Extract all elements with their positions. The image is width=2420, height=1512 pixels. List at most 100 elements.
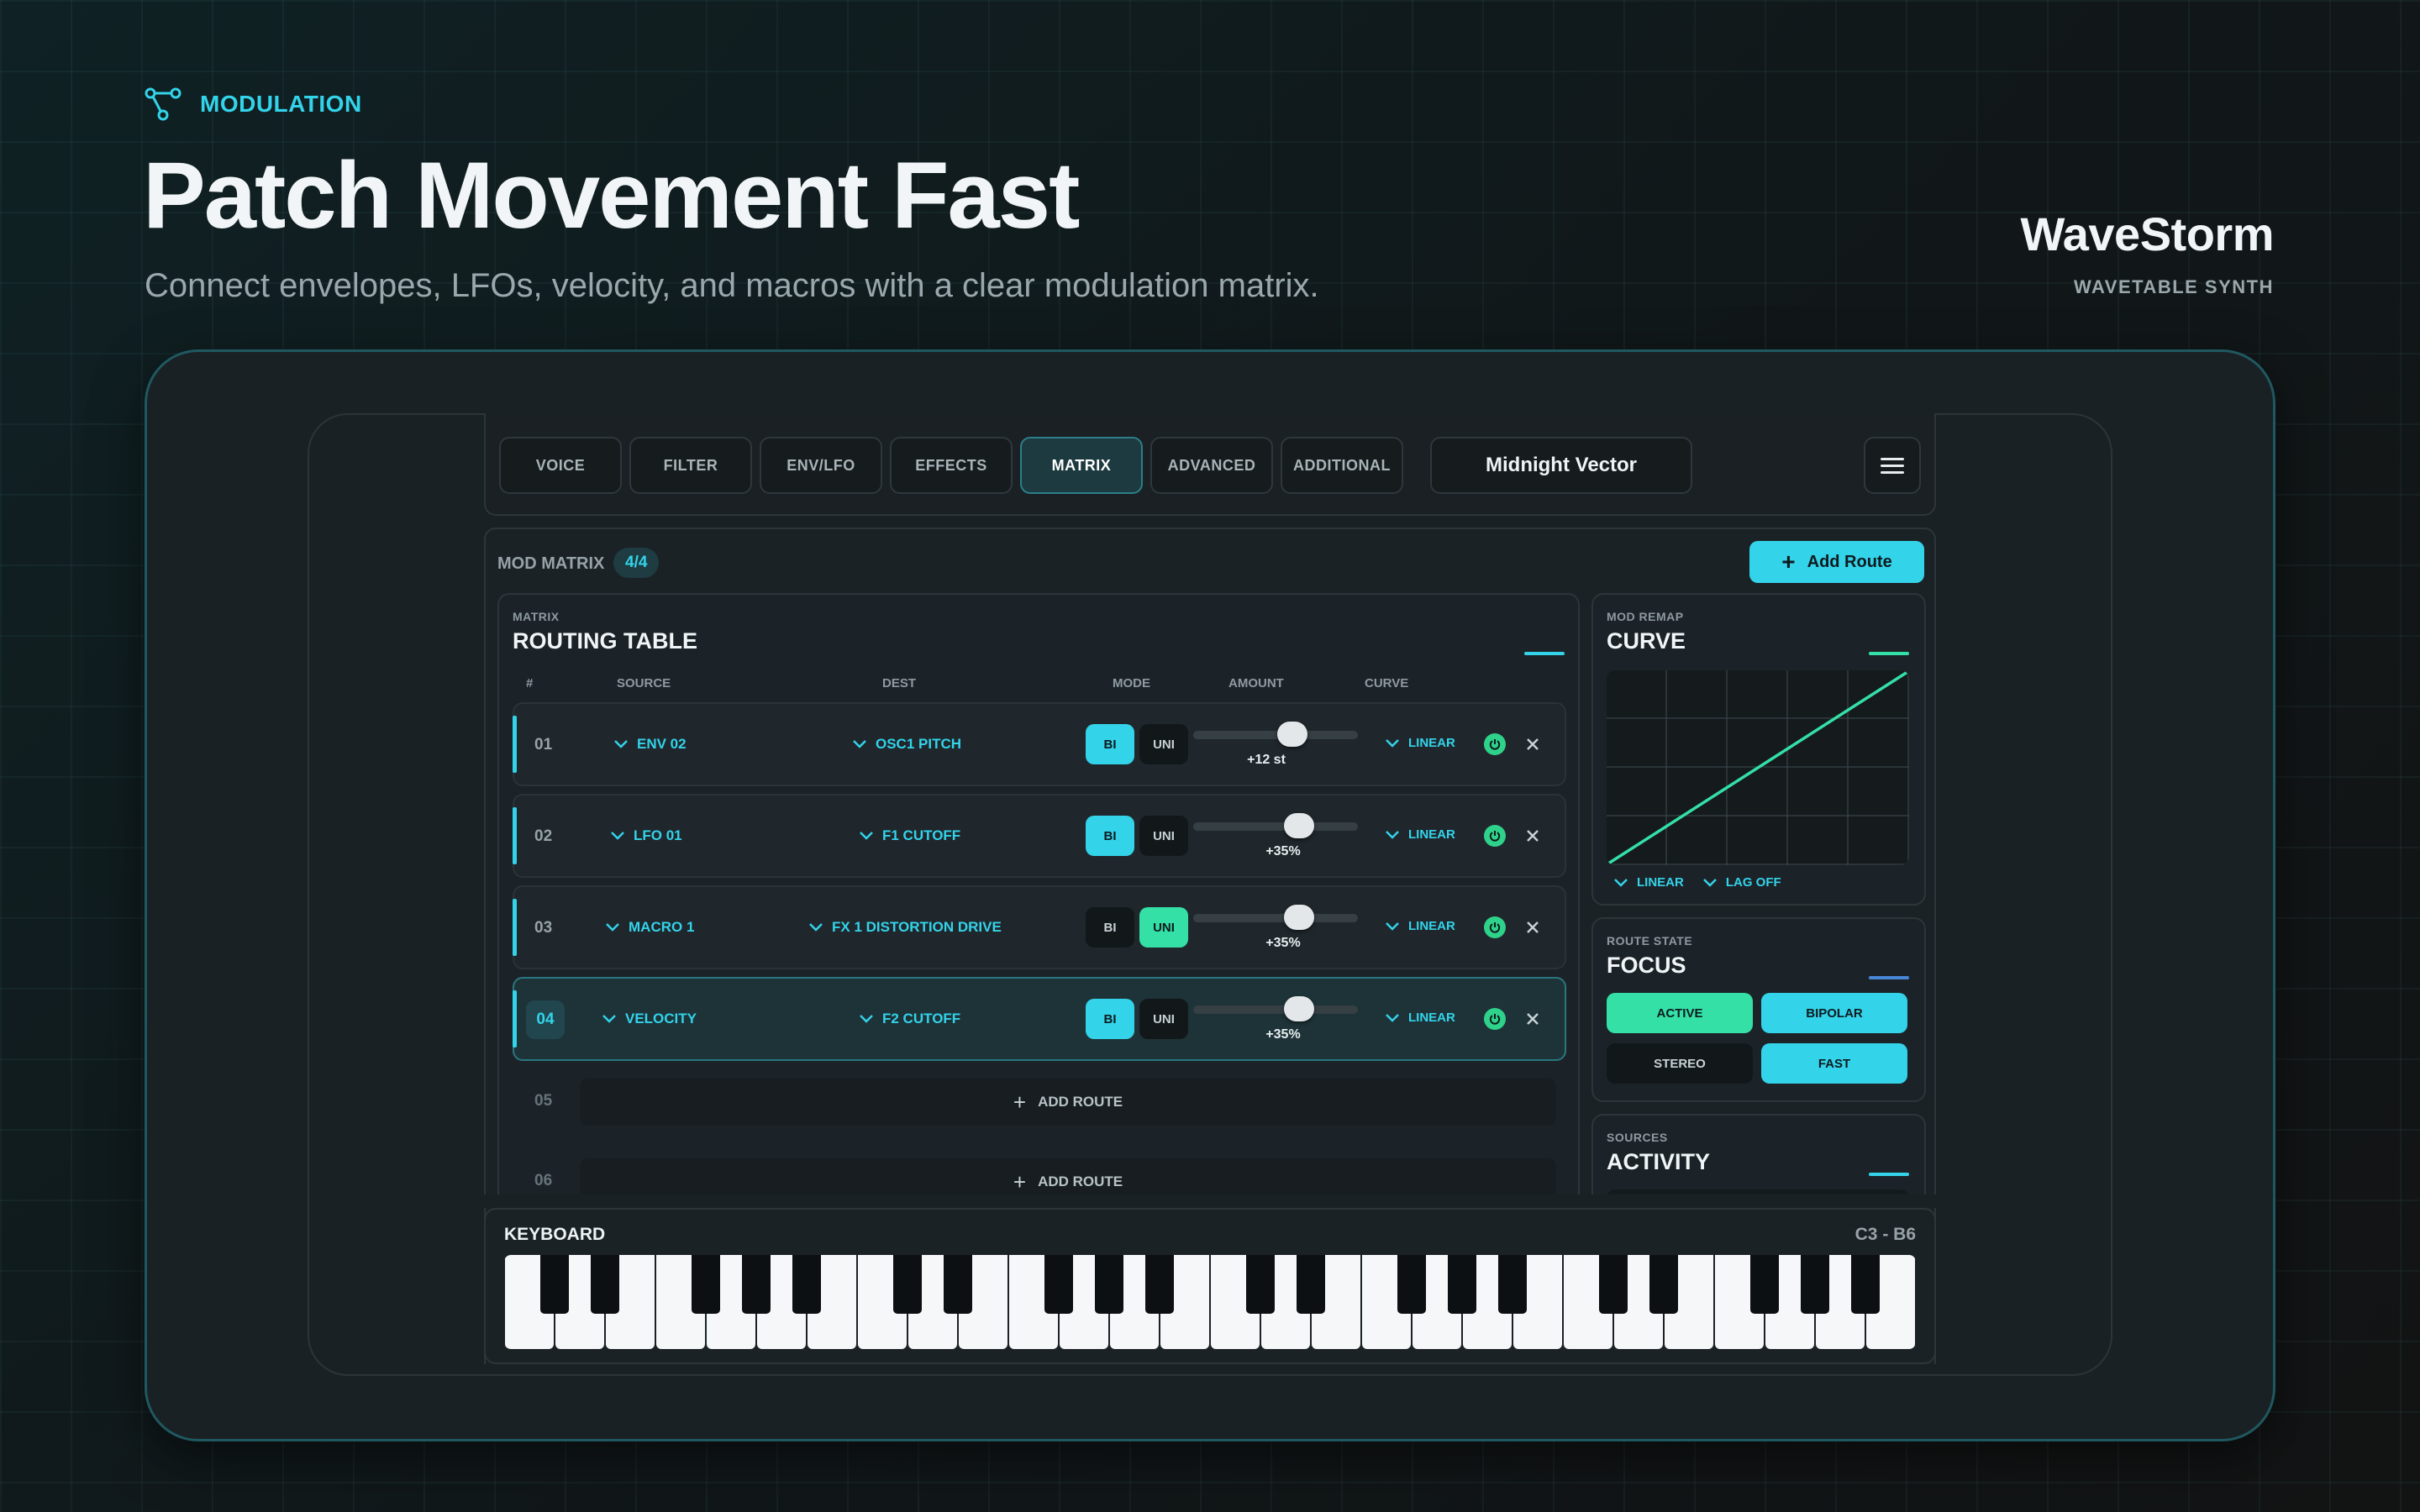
mode-bi-button[interactable]: BI bbox=[1086, 724, 1134, 764]
source-value: ENV 02 bbox=[637, 736, 687, 752]
source-value: LFO 01 bbox=[634, 827, 682, 843]
col-curve: CURVE bbox=[1365, 676, 1409, 690]
tab-matrix[interactable]: MATRIX bbox=[1020, 437, 1143, 494]
remove-route-icon[interactable] bbox=[1523, 734, 1543, 754]
source-value: VELOCITY bbox=[625, 1011, 697, 1026]
black-key[interactable] bbox=[692, 1255, 720, 1314]
add-route-slot[interactable]: + ADD ROUTE bbox=[580, 1079, 1556, 1126]
mode-bi-button[interactable]: BI bbox=[1086, 816, 1134, 856]
active-toggle[interactable]: ACTIVE bbox=[1607, 993, 1753, 1033]
amount-slider-thumb[interactable] bbox=[1284, 905, 1314, 930]
chevron-down-icon bbox=[809, 923, 823, 932]
eyebrow-label: MODULATION bbox=[200, 91, 362, 117]
curve-type-select[interactable]: LINEAR bbox=[1613, 875, 1684, 890]
black-key[interactable] bbox=[1297, 1255, 1325, 1314]
route-number: 02 bbox=[534, 827, 553, 845]
black-key[interactable] bbox=[1498, 1255, 1527, 1314]
chevron-down-icon bbox=[860, 1015, 873, 1023]
mode-bi-button[interactable]: BI bbox=[1086, 999, 1134, 1039]
curve-select[interactable]: LINEAR bbox=[1385, 919, 1455, 933]
black-key[interactable] bbox=[1801, 1255, 1829, 1314]
curve-select[interactable]: LINEAR bbox=[1385, 1011, 1455, 1025]
remap-eyebrow: MOD REMAP bbox=[1607, 610, 1684, 623]
power-toggle[interactable] bbox=[1484, 733, 1506, 755]
route-row[interactable]: 01 ENV 02 OSC1 PITCH BI UNI +12 st LINEA… bbox=[513, 702, 1566, 786]
stereo-toggle[interactable]: STEREO bbox=[1607, 1043, 1753, 1084]
curve-select[interactable]: LINEAR bbox=[1385, 736, 1455, 750]
remove-route-icon[interactable] bbox=[1523, 826, 1543, 846]
mode-uni-button[interactable]: UNI bbox=[1139, 724, 1188, 764]
empty-slot-number: 06 bbox=[534, 1172, 553, 1189]
power-toggle[interactable] bbox=[1484, 825, 1506, 847]
black-key[interactable] bbox=[1044, 1255, 1073, 1314]
mode-uni-button[interactable]: UNI bbox=[1139, 999, 1188, 1039]
curve-options: LINEAR LAG OFF bbox=[1613, 875, 1781, 890]
menu-button[interactable] bbox=[1864, 437, 1921, 494]
power-icon bbox=[1489, 922, 1501, 933]
black-key[interactable] bbox=[1649, 1255, 1678, 1314]
black-key[interactable] bbox=[1095, 1255, 1123, 1314]
amount-slider-track[interactable] bbox=[1193, 1005, 1358, 1014]
source-select[interactable]: ENV 02 bbox=[613, 736, 687, 753]
black-key[interactable] bbox=[1145, 1255, 1174, 1314]
dest-select[interactable]: F2 CUTOFF bbox=[859, 1011, 960, 1027]
power-icon bbox=[1489, 739, 1501, 750]
keyboard-panel: KEYBOARD C3 - B6 bbox=[484, 1208, 1936, 1364]
amount-value: +35% bbox=[1265, 844, 1301, 858]
chevron-down-icon bbox=[1386, 738, 1399, 748]
tab-effects[interactable]: EFFECTS bbox=[890, 437, 1013, 494]
dest-value: FX 1 DISTORTION DRIVE bbox=[832, 919, 1002, 935]
black-key[interactable] bbox=[792, 1255, 821, 1314]
route-row[interactable]: 02 LFO 01 F1 CUTOFF BI UNI +35% LINEAR bbox=[513, 794, 1566, 878]
tab-filter[interactable]: FILTER bbox=[629, 437, 752, 494]
black-key[interactable] bbox=[1750, 1255, 1779, 1314]
mode-uni-button[interactable]: UNI bbox=[1139, 816, 1188, 856]
lag-select[interactable]: LAG OFF bbox=[1702, 875, 1781, 890]
amount-slider-track[interactable] bbox=[1193, 731, 1358, 739]
black-key[interactable] bbox=[944, 1255, 972, 1314]
black-key[interactable] bbox=[742, 1255, 771, 1314]
remove-route-icon[interactable] bbox=[1523, 1009, 1543, 1029]
chevron-down-icon bbox=[1386, 921, 1399, 931]
dest-select[interactable]: FX 1 DISTORTION DRIVE bbox=[808, 919, 1002, 936]
black-key[interactable] bbox=[1448, 1255, 1476, 1314]
black-key[interactable] bbox=[540, 1255, 569, 1314]
preset-selector[interactable]: Midnight Vector bbox=[1430, 437, 1692, 494]
amount-slider-track[interactable] bbox=[1193, 822, 1358, 831]
amount-slider-track[interactable] bbox=[1193, 914, 1358, 922]
amount-slider-thumb[interactable] bbox=[1284, 813, 1314, 838]
black-key[interactable] bbox=[591, 1255, 619, 1314]
black-key[interactable] bbox=[1599, 1255, 1628, 1314]
source-select[interactable]: LFO 01 bbox=[610, 827, 682, 844]
tab-advanced[interactable]: ADVANCED bbox=[1150, 437, 1273, 494]
power-toggle[interactable] bbox=[1484, 1008, 1506, 1030]
tab-additional[interactable]: ADDITIONAL bbox=[1281, 437, 1403, 494]
source-select[interactable]: VELOCITY bbox=[602, 1011, 697, 1027]
piano-keys[interactable] bbox=[504, 1255, 1916, 1349]
amount-slider-thumb[interactable] bbox=[1284, 996, 1314, 1021]
fast-toggle[interactable]: FAST bbox=[1761, 1043, 1907, 1084]
curve-type-value: LINEAR bbox=[1637, 875, 1684, 890]
bipolar-toggle[interactable]: BIPOLAR bbox=[1761, 993, 1907, 1033]
add-route-button[interactable]: + Add Route bbox=[1749, 541, 1924, 583]
black-key[interactable] bbox=[1397, 1255, 1426, 1314]
modulation-nodes-icon bbox=[145, 87, 182, 121]
amount-slider-thumb[interactable] bbox=[1277, 722, 1307, 747]
black-key[interactable] bbox=[1246, 1255, 1275, 1314]
dest-select[interactable]: F1 CUTOFF bbox=[859, 827, 960, 844]
dest-select[interactable]: OSC1 PITCH bbox=[852, 736, 961, 753]
mode-bi-button[interactable]: BI bbox=[1086, 907, 1134, 948]
curve-select[interactable]: LINEAR bbox=[1385, 827, 1455, 842]
power-toggle[interactable] bbox=[1484, 916, 1506, 938]
remove-route-icon[interactable] bbox=[1523, 917, 1543, 937]
tab-env-lfo[interactable]: ENV/LFO bbox=[760, 437, 882, 494]
route-row-focused[interactable]: 04 VELOCITY F2 CUTOFF BI UNI +35% LINEAR bbox=[513, 977, 1566, 1061]
black-key[interactable] bbox=[893, 1255, 922, 1314]
mode-uni-button[interactable]: UNI bbox=[1139, 907, 1188, 948]
card-accent-dash bbox=[1869, 1173, 1909, 1176]
route-row[interactable]: 03 MACRO 1 FX 1 DISTORTION DRIVE BI UNI … bbox=[513, 885, 1566, 969]
curve-graph[interactable] bbox=[1607, 670, 1909, 865]
tab-voice[interactable]: VOICE bbox=[499, 437, 622, 494]
black-key[interactable] bbox=[1851, 1255, 1880, 1314]
source-select[interactable]: MACRO 1 bbox=[605, 919, 694, 936]
